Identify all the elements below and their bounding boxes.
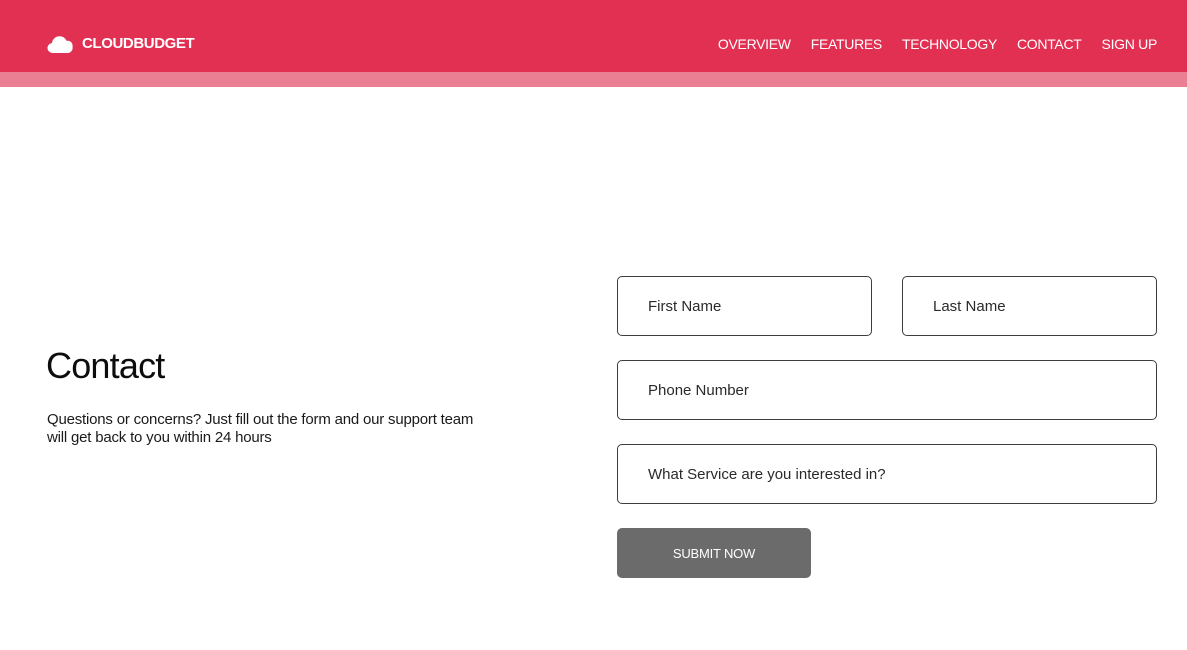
nav-features[interactable]: FEATURES [811, 35, 883, 53]
nav-contact[interactable]: CONTACT [1017, 35, 1082, 53]
main-nav: OVERVIEW FEATURES TECHNOLOGY CONTACT SIG… [698, 35, 1157, 53]
header-accent-strip [0, 72, 1187, 87]
cloud-icon [47, 36, 73, 53]
site-header: CLOUDBUDGET OVERVIEW FEATURES TECHNOLOGY… [0, 0, 1187, 87]
contact-description: Questions or concerns? Just fill out the… [47, 411, 474, 446]
first-name-field[interactable] [617, 276, 872, 336]
nav-technology[interactable]: TECHNOLOGY [902, 35, 997, 53]
phone-number-field[interactable] [617, 360, 1157, 420]
last-name-field[interactable] [902, 276, 1157, 336]
nav-overview[interactable]: OVERVIEW [718, 35, 791, 53]
brand-name: CLOUDBUDGET [82, 35, 195, 52]
brand-logo[interactable]: CLOUDBUDGET [47, 33, 195, 55]
submit-button[interactable]: SUBMIT NOW [617, 528, 811, 578]
service-interest-field[interactable] [617, 444, 1157, 504]
nav-sign-up[interactable]: SIGN UP [1102, 35, 1158, 53]
page-title: Contact [46, 345, 165, 386]
